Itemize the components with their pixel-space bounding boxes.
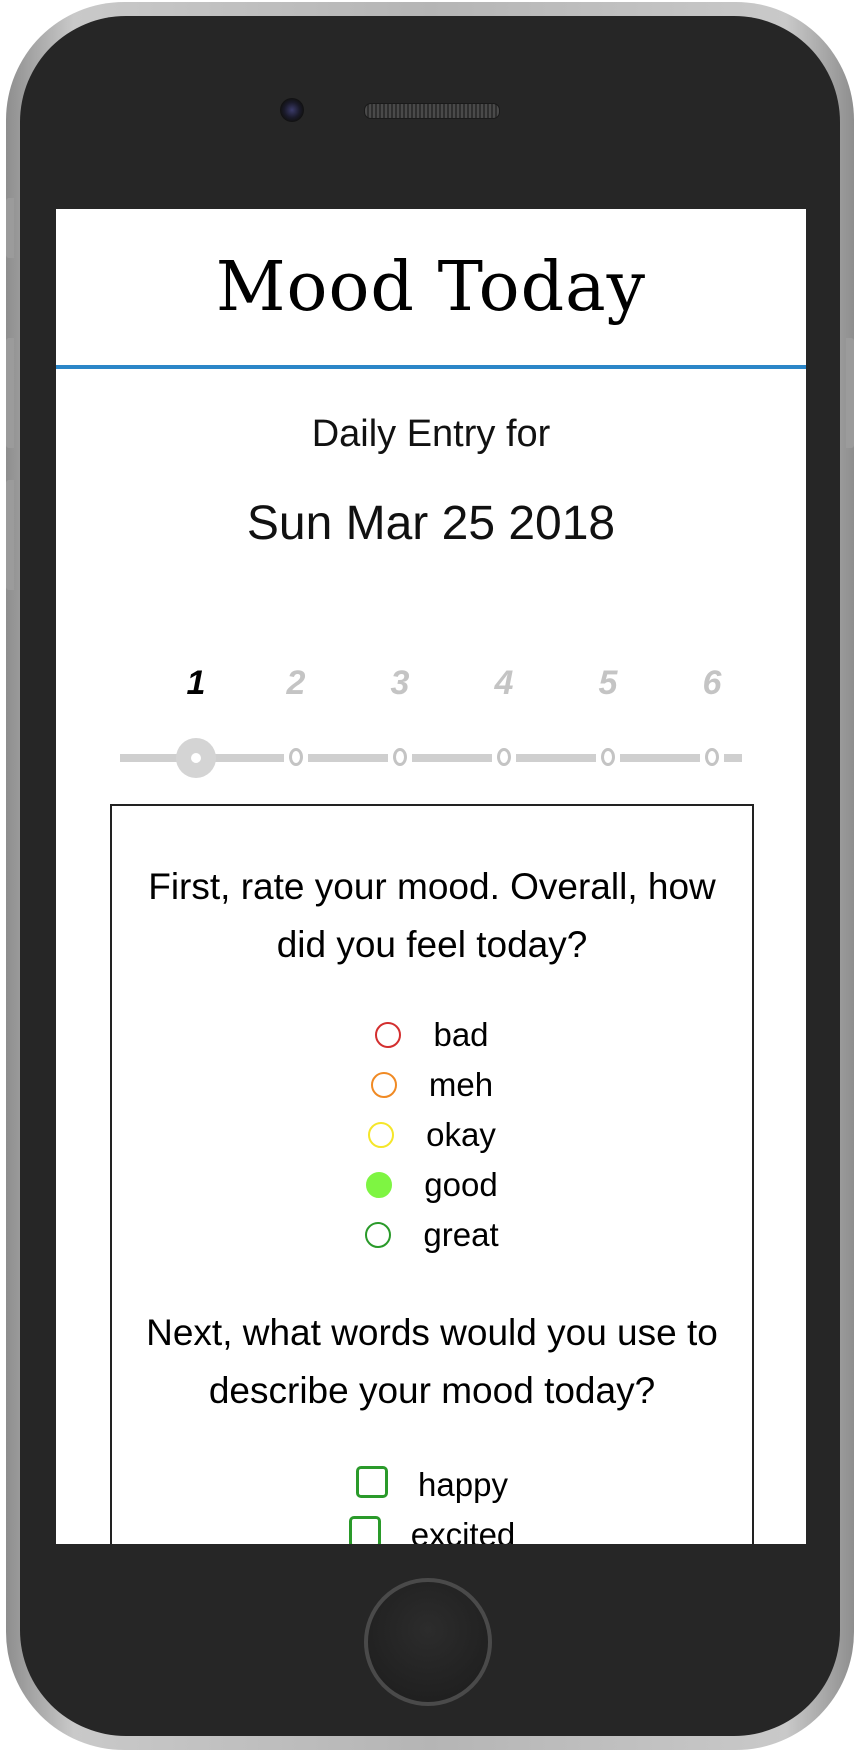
mood-option-good[interactable]: good — [112, 1160, 752, 1210]
mood-option-great[interactable]: great — [112, 1210, 752, 1260]
volume-down-button — [6, 480, 14, 590]
volume-up-button — [6, 338, 14, 448]
rating-question: First, rate your mood. Overall, how did … — [148, 866, 716, 965]
word-option-happy[interactable]: happy — [112, 1460, 752, 1510]
step-dot-1[interactable] — [176, 738, 216, 778]
step-dot-2[interactable] — [284, 744, 308, 770]
step-number-6: 6 — [702, 664, 722, 702]
step-dot-4[interactable] — [492, 744, 516, 770]
radio-button[interactable] — [368, 1122, 395, 1148]
step-dot-marker — [601, 748, 615, 766]
step-dot-5[interactable] — [596, 744, 620, 770]
mood-option-label: great — [423, 1216, 499, 1253]
app-title: Mood Today — [215, 247, 647, 327]
word-option-excited[interactable]: excited — [112, 1510, 752, 1544]
step-dot-marker — [289, 748, 303, 766]
mute-switch — [6, 198, 14, 258]
radio-button[interactable] — [370, 1072, 397, 1098]
radio-button[interactable] — [365, 1222, 392, 1248]
mood-option-label: meh — [428, 1066, 494, 1103]
mood-option-bad[interactable]: bad — [112, 1010, 752, 1060]
checkbox[interactable] — [348, 1516, 381, 1544]
earpiece-speaker — [364, 103, 500, 119]
word-option-label: happy — [418, 1466, 508, 1503]
mood-words-group: happy excited — [112, 1460, 752, 1544]
app-header: Mood Today — [56, 209, 806, 369]
entry-card: First, rate your mood. Overall, how did … — [110, 804, 754, 1544]
step-dot-6[interactable] — [700, 744, 724, 770]
step-dot-marker — [191, 753, 201, 763]
step-number-2: 2 — [286, 664, 306, 702]
step-dot-marker — [497, 748, 511, 766]
home-button[interactable] — [364, 1578, 492, 1706]
mood-option-okay[interactable]: okay — [112, 1110, 752, 1160]
step-dot-marker — [393, 748, 407, 766]
mood-option-meh[interactable]: meh — [112, 1060, 752, 1110]
progress-stepper: 1 2 3 4 5 6 — [56, 664, 806, 804]
mood-option-label: good — [424, 1166, 498, 1203]
entry-label: Daily Entry for — [311, 413, 551, 455]
mood-option-label: okay — [426, 1116, 496, 1153]
step-number-1: 1 — [186, 664, 206, 702]
word-option-label: excited — [410, 1516, 516, 1544]
front-camera — [280, 98, 304, 122]
checkbox[interactable] — [356, 1466, 389, 1498]
step-dot-3[interactable] — [388, 744, 412, 770]
step-dot-marker — [705, 748, 719, 766]
app-screen: Mood Today Daily Entry for Sun Mar 25 20… — [56, 209, 806, 1544]
radio-button[interactable] — [375, 1022, 402, 1048]
radio-button[interactable] — [366, 1172, 393, 1198]
words-question: Next, what words would you use to descri… — [146, 1312, 718, 1411]
entry-date: Sun Mar 25 2018 — [246, 497, 616, 550]
power-button — [846, 338, 854, 448]
step-number-4: 4 — [494, 664, 514, 702]
step-number-5: 5 — [598, 664, 618, 702]
step-number-3: 3 — [390, 664, 410, 702]
mood-rating-group: bad meh okay good great — [112, 1010, 752, 1260]
mood-option-label: bad — [433, 1016, 489, 1053]
